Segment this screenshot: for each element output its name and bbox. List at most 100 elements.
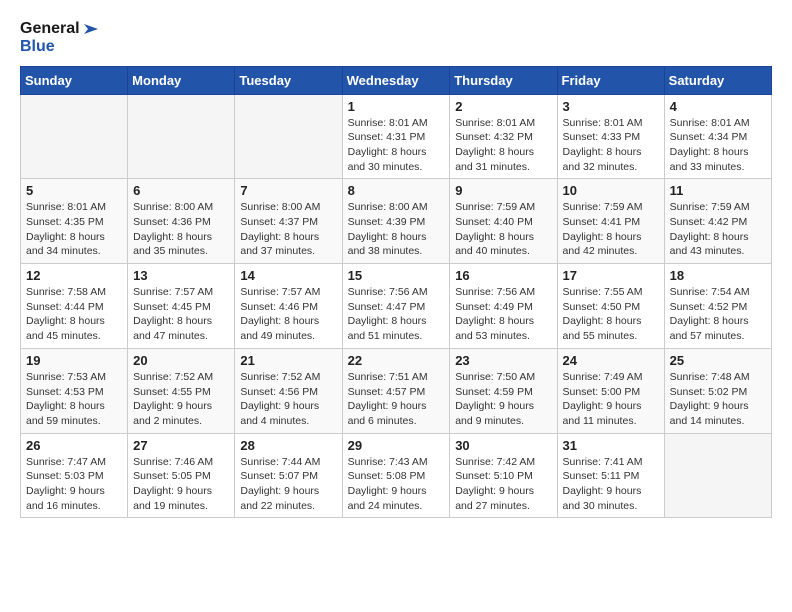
day-number: 11: [670, 183, 766, 198]
day-cell: 7 Sunrise: 8:00 AM Sunset: 4:37 PM Daylig…: [235, 179, 342, 264]
day-cell: [664, 433, 771, 518]
day-number: 19: [26, 353, 122, 368]
day-cell: 15Sunrise: 7:56 AM Sunset: 4:47 PM Dayli…: [342, 264, 450, 349]
day-info: Sunrise: 7:59 AM Sunset: 4:40 PM Dayligh…: [455, 200, 551, 259]
week-row-1: 1 Sunrise: 8:01 AM Sunset: 4:31 PM Daylig…: [21, 94, 772, 179]
weekday-header-tuesday: Tuesday: [235, 66, 342, 94]
calendar-table: SundayMondayTuesdayWednesdayThursdayFrid…: [20, 66, 772, 519]
day-info: Sunrise: 7:41 AM Sunset: 5:11 PM Dayligh…: [563, 455, 659, 514]
day-info: Sunrise: 7:55 AM Sunset: 4:50 PM Dayligh…: [563, 285, 659, 344]
day-number: 3: [563, 99, 659, 114]
day-cell: 20 Sunrise: 7:52 AM Sunset: 4:55 PM Dayli…: [128, 348, 235, 433]
day-cell: 1 Sunrise: 8:01 AM Sunset: 4:31 PM Daylig…: [342, 94, 450, 179]
day-number: 18: [670, 268, 766, 283]
day-number: 10: [563, 183, 659, 198]
day-info: Sunrise: 7:53 AM Sunset: 4:53 PM Dayligh…: [26, 370, 122, 429]
day-cell: 28Sunrise: 7:44 AM Sunset: 5:07 PM Dayli…: [235, 433, 342, 518]
day-info: Sunrise: 7:58 AM Sunset: 4:44 PM Dayligh…: [26, 285, 122, 344]
day-number: 14: [240, 268, 336, 283]
logo-arrow-icon: [82, 20, 100, 38]
day-number: 31: [563, 438, 659, 453]
day-info: Sunrise: 7:57 AM Sunset: 4:45 PM Dayligh…: [133, 285, 229, 344]
day-number: 1: [348, 99, 445, 114]
day-info: Sunrise: 7:54 AM Sunset: 4:52 PM Dayligh…: [670, 285, 766, 344]
day-cell: [235, 94, 342, 179]
day-cell: 22Sunrise: 7:51 AM Sunset: 4:57 PM Dayli…: [342, 348, 450, 433]
week-row-5: 26 Sunrise: 7:47 AM Sunset: 5:03 PM Dayli…: [21, 433, 772, 518]
day-number: 30: [455, 438, 551, 453]
day-cell: 16 Sunrise: 7:56 AM Sunset: 4:49 PM Dayli…: [450, 264, 557, 349]
day-info: Sunrise: 7:48 AM Sunset: 5:02 PM Dayligh…: [670, 370, 766, 429]
day-info: Sunrise: 7:47 AM Sunset: 5:03 PM Dayligh…: [26, 455, 122, 514]
day-number: 21: [240, 353, 336, 368]
day-cell: 24 Sunrise: 7:49 AM Sunset: 5:00 PM Dayli…: [557, 348, 664, 433]
day-info: Sunrise: 8:01 AM Sunset: 4:34 PM Dayligh…: [670, 116, 766, 175]
day-number: 12: [26, 268, 122, 283]
day-info: Sunrise: 7:50 AM Sunset: 4:59 PM Dayligh…: [455, 370, 551, 429]
logo: General Blue: [20, 20, 100, 56]
week-row-4: 19 Sunrise: 7:53 AM Sunset: 4:53 PM Dayli…: [21, 348, 772, 433]
day-info: Sunrise: 7:44 AM Sunset: 5:07 PM Dayligh…: [240, 455, 336, 514]
weekday-header-monday: Monday: [128, 66, 235, 94]
day-cell: 5 Sunrise: 8:01 AM Sunset: 4:35 PM Daylig…: [21, 179, 128, 264]
day-cell: 31 Sunrise: 7:41 AM Sunset: 5:11 PM Dayli…: [557, 433, 664, 518]
day-cell: 19 Sunrise: 7:53 AM Sunset: 4:53 PM Dayli…: [21, 348, 128, 433]
day-number: 25: [670, 353, 766, 368]
day-number: 13: [133, 268, 229, 283]
day-info: Sunrise: 7:49 AM Sunset: 5:00 PM Dayligh…: [563, 370, 659, 429]
day-number: 6: [133, 183, 229, 198]
day-info: Sunrise: 7:46 AM Sunset: 5:05 PM Dayligh…: [133, 455, 229, 514]
day-cell: [128, 94, 235, 179]
logo-text: General Blue: [20, 20, 100, 56]
day-number: 16: [455, 268, 551, 283]
day-number: 26: [26, 438, 122, 453]
day-info: Sunrise: 7:52 AM Sunset: 4:55 PM Dayligh…: [133, 370, 229, 429]
day-info: Sunrise: 8:01 AM Sunset: 4:35 PM Dayligh…: [26, 200, 122, 259]
weekday-header-friday: Friday: [557, 66, 664, 94]
day-number: 23: [455, 353, 551, 368]
day-cell: 26 Sunrise: 7:47 AM Sunset: 5:03 PM Dayli…: [21, 433, 128, 518]
day-cell: 4 Sunrise: 8:01 AM Sunset: 4:34 PM Daylig…: [664, 94, 771, 179]
day-info: Sunrise: 7:43 AM Sunset: 5:08 PM Dayligh…: [348, 455, 445, 514]
day-info: Sunrise: 8:00 AM Sunset: 4:37 PM Dayligh…: [240, 200, 336, 259]
logo-blue: Blue: [20, 38, 100, 56]
day-info: Sunrise: 7:56 AM Sunset: 4:49 PM Dayligh…: [455, 285, 551, 344]
weekday-header-sunday: Sunday: [21, 66, 128, 94]
day-number: 20: [133, 353, 229, 368]
day-cell: 12 Sunrise: 7:58 AM Sunset: 4:44 PM Dayli…: [21, 264, 128, 349]
day-number: 5: [26, 183, 122, 198]
day-info: Sunrise: 7:59 AM Sunset: 4:41 PM Dayligh…: [563, 200, 659, 259]
weekday-header-thursday: Thursday: [450, 66, 557, 94]
weekday-header-row: SundayMondayTuesdayWednesdayThursdayFrid…: [21, 66, 772, 94]
day-cell: 13 Sunrise: 7:57 AM Sunset: 4:45 PM Dayli…: [128, 264, 235, 349]
day-number: 7: [240, 183, 336, 198]
day-info: Sunrise: 8:00 AM Sunset: 4:39 PM Dayligh…: [348, 200, 445, 259]
day-cell: 3 Sunrise: 8:01 AM Sunset: 4:33 PM Daylig…: [557, 94, 664, 179]
day-number: 29: [348, 438, 445, 453]
weekday-header-saturday: Saturday: [664, 66, 771, 94]
day-info: Sunrise: 8:00 AM Sunset: 4:36 PM Dayligh…: [133, 200, 229, 259]
day-info: Sunrise: 7:59 AM Sunset: 4:42 PM Dayligh…: [670, 200, 766, 259]
week-row-3: 12 Sunrise: 7:58 AM Sunset: 4:44 PM Dayli…: [21, 264, 772, 349]
day-cell: [21, 94, 128, 179]
day-number: 24: [563, 353, 659, 368]
day-number: 22: [348, 353, 445, 368]
day-number: 8: [348, 183, 445, 198]
day-info: Sunrise: 8:01 AM Sunset: 4:32 PM Dayligh…: [455, 116, 551, 175]
day-cell: 10 Sunrise: 7:59 AM Sunset: 4:41 PM Dayli…: [557, 179, 664, 264]
logo-general: General: [20, 20, 80, 38]
day-number: 4: [670, 99, 766, 114]
day-info: Sunrise: 7:42 AM Sunset: 5:10 PM Dayligh…: [455, 455, 551, 514]
day-info: Sunrise: 7:57 AM Sunset: 4:46 PM Dayligh…: [240, 285, 336, 344]
day-info: Sunrise: 7:52 AM Sunset: 4:56 PM Dayligh…: [240, 370, 336, 429]
weekday-header-wednesday: Wednesday: [342, 66, 450, 94]
day-number: 2: [455, 99, 551, 114]
day-cell: 2 Sunrise: 8:01 AM Sunset: 4:32 PM Daylig…: [450, 94, 557, 179]
day-cell: 25 Sunrise: 7:48 AM Sunset: 5:02 PM Dayli…: [664, 348, 771, 433]
week-row-2: 5 Sunrise: 8:01 AM Sunset: 4:35 PM Daylig…: [21, 179, 772, 264]
day-info: Sunrise: 8:01 AM Sunset: 4:31 PM Dayligh…: [348, 116, 445, 175]
day-info: Sunrise: 8:01 AM Sunset: 4:33 PM Dayligh…: [563, 116, 659, 175]
day-number: 27: [133, 438, 229, 453]
day-cell: 30 Sunrise: 7:42 AM Sunset: 5:10 PM Dayli…: [450, 433, 557, 518]
day-cell: 21 Sunrise: 7:52 AM Sunset: 4:56 PM Dayli…: [235, 348, 342, 433]
